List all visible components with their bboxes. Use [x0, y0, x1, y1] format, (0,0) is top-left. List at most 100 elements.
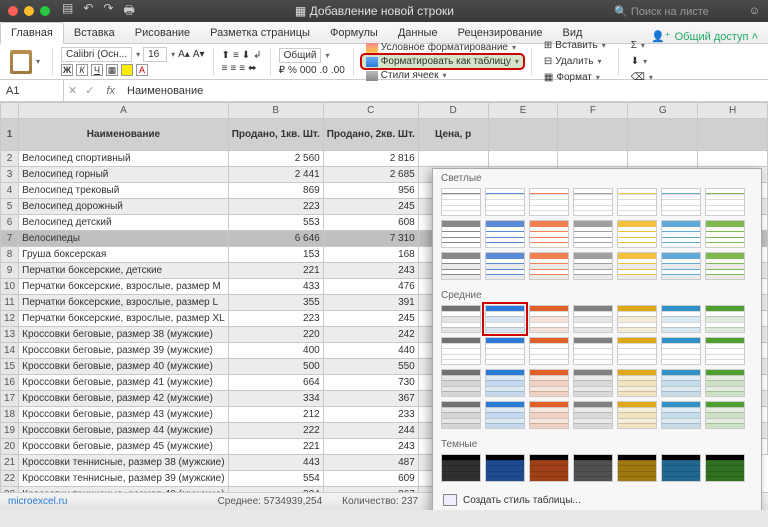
italic-button[interactable]: К: [76, 64, 88, 76]
cell[interactable]: Перчатки боксерские, взрослые, размер M: [19, 279, 229, 295]
cell[interactable]: 553: [228, 215, 323, 231]
align-mid-icon[interactable]: ≡: [233, 50, 239, 61]
table-style-swatch[interactable]: [573, 369, 613, 397]
table-style-swatch[interactable]: [661, 220, 701, 248]
cell[interactable]: 7 310: [323, 231, 418, 247]
row-header[interactable]: 7: [1, 231, 19, 247]
cell[interactable]: 476: [323, 279, 418, 295]
table-style-swatch[interactable]: [529, 305, 569, 333]
row-header[interactable]: 4: [1, 183, 19, 199]
header-cell[interactable]: Продано, 2кв. Шт.: [323, 119, 418, 151]
currency-icon[interactable]: ₽: [279, 65, 285, 76]
table-style-swatch[interactable]: [661, 337, 701, 365]
font-grow-icon[interactable]: A▴: [178, 49, 190, 60]
cell[interactable]: 2 685: [323, 167, 418, 183]
table-style-swatch[interactable]: [617, 369, 657, 397]
cell[interactable]: 608: [323, 215, 418, 231]
confirm-icon[interactable]: ✓: [81, 84, 98, 97]
align-right-icon[interactable]: ≡: [239, 63, 245, 74]
cell[interactable]: 242: [323, 327, 418, 343]
table-style-swatch[interactable]: [573, 337, 613, 365]
row-header[interactable]: 3: [1, 167, 19, 183]
table-style-swatch[interactable]: [529, 252, 569, 280]
ribbon-tab-6[interactable]: Рецензирование: [448, 23, 553, 43]
share-button[interactable]: 👤⁺ Общий доступ ˄: [641, 30, 768, 43]
ribbon-tab-1[interactable]: Вставка: [64, 23, 125, 43]
fill-color-button[interactable]: [121, 64, 133, 76]
formula-input[interactable]: Наименование: [123, 85, 768, 97]
header-cell[interactable]: [488, 119, 558, 151]
table-style-swatch[interactable]: [617, 401, 657, 429]
row-header[interactable]: 6: [1, 215, 19, 231]
save-icon[interactable]: ▤: [62, 1, 73, 22]
fill-button[interactable]: ⬇ ▾: [627, 54, 657, 69]
cell[interactable]: 221: [228, 439, 323, 455]
table-style-swatch[interactable]: [705, 305, 745, 333]
cell[interactable]: Кроссовки беговые, размер 45 (мужские): [19, 439, 229, 455]
table-style-swatch[interactable]: [617, 305, 657, 333]
table-style-swatch[interactable]: [529, 369, 569, 397]
col-header[interactable]: A: [19, 103, 229, 119]
row-header[interactable]: 12: [1, 311, 19, 327]
cell[interactable]: 334: [228, 391, 323, 407]
header-cell[interactable]: [628, 119, 698, 151]
row-header[interactable]: 2: [1, 151, 19, 167]
table-style-swatch[interactable]: [661, 401, 701, 429]
table-style-swatch[interactable]: [441, 401, 481, 429]
table-style-swatch[interactable]: [617, 252, 657, 280]
cell[interactable]: 391: [323, 295, 418, 311]
row-header[interactable]: 22: [1, 471, 19, 487]
table-style-swatch[interactable]: [529, 220, 569, 248]
cell[interactable]: Кроссовки беговые, размер 38 (мужские): [19, 327, 229, 343]
col-header[interactable]: H: [698, 103, 768, 119]
cell[interactable]: 212: [228, 407, 323, 423]
cell[interactable]: 222: [228, 423, 323, 439]
print-icon[interactable]: 🖶: [123, 1, 134, 22]
ribbon-tab-0[interactable]: Главная: [0, 22, 64, 44]
cell[interactable]: 2 560: [228, 151, 323, 167]
cell[interactable]: Кроссовки беговые, размер 44 (мужские): [19, 423, 229, 439]
cell[interactable]: 487: [323, 455, 418, 471]
cell[interactable]: 2 816: [323, 151, 418, 167]
cell[interactable]: Велосипед спортивный: [19, 151, 229, 167]
cell[interactable]: 367: [323, 391, 418, 407]
redo-icon[interactable]: ↷: [103, 1, 113, 22]
cell[interactable]: Велосипед горный: [19, 167, 229, 183]
cell[interactable]: 956: [323, 183, 418, 199]
number-format-select[interactable]: Общий: [279, 48, 322, 63]
header-cell[interactable]: Продано, 1кв. Шт.: [228, 119, 323, 151]
ribbon-tab-3[interactable]: Разметка страницы: [200, 23, 320, 43]
inc-dec-icon[interactable]: .0: [320, 65, 328, 76]
bold-button[interactable]: Ж: [61, 64, 73, 76]
table-style-swatch[interactable]: [573, 454, 613, 482]
font-name-select[interactable]: Calibri (Осн...: [61, 47, 132, 62]
conditional-formatting-button[interactable]: Условное форматирование ▾: [362, 41, 523, 54]
table-style-swatch[interactable]: [661, 305, 701, 333]
table-style-swatch[interactable]: [441, 188, 481, 216]
row-header[interactable]: 11: [1, 295, 19, 311]
table-style-swatch[interactable]: [529, 337, 569, 365]
cell[interactable]: Кроссовки теннисные, размер 38 (мужские): [19, 455, 229, 471]
cell[interactable]: Перчатки боксерские, детские: [19, 263, 229, 279]
table-style-swatch[interactable]: [485, 401, 525, 429]
col-header[interactable]: B: [228, 103, 323, 119]
align-left-icon[interactable]: ≡: [222, 63, 228, 74]
fx-icon[interactable]: fx: [98, 85, 123, 97]
cell[interactable]: Велосипеды: [19, 231, 229, 247]
cell[interactable]: 500: [228, 359, 323, 375]
cell[interactable]: 244: [323, 423, 418, 439]
cell[interactable]: Перчатки боксерские, взрослые, размер L: [19, 295, 229, 311]
row-header[interactable]: 9: [1, 263, 19, 279]
table-style-swatch[interactable]: [661, 188, 701, 216]
table-style-swatch[interactable]: [441, 220, 481, 248]
cell[interactable]: 664: [228, 375, 323, 391]
cell-styles-button[interactable]: Стили ячеек ▾: [362, 69, 523, 82]
cell[interactable]: 554: [228, 471, 323, 487]
table-style-swatch[interactable]: [705, 454, 745, 482]
table-style-swatch[interactable]: [485, 305, 525, 333]
cell[interactable]: 168: [323, 247, 418, 263]
cell[interactable]: Велосипед детский: [19, 215, 229, 231]
cell[interactable]: 355: [228, 295, 323, 311]
table-style-swatch[interactable]: [705, 252, 745, 280]
row-header[interactable]: 10: [1, 279, 19, 295]
